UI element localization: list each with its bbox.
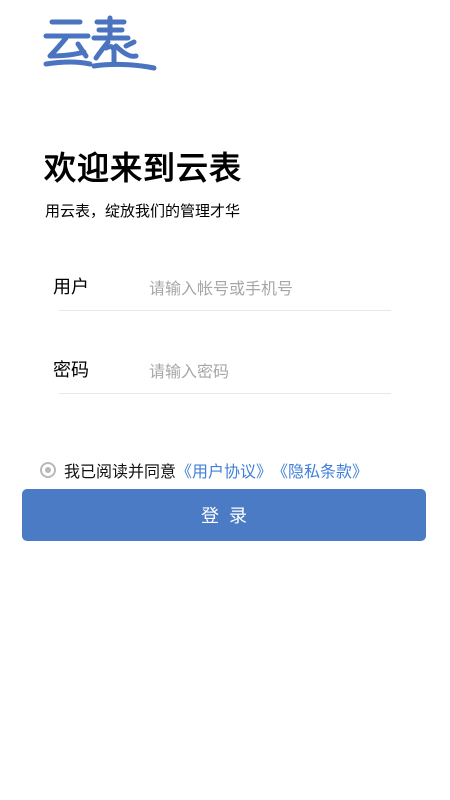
login-button[interactable]: 登录 xyxy=(22,489,426,541)
username-input[interactable] xyxy=(145,272,389,304)
user-agreement-link[interactable]: 《用户协议》 xyxy=(176,458,272,482)
welcome-title: 欢迎来到云表 xyxy=(44,149,243,187)
password-row: 密码 xyxy=(53,349,391,394)
welcome-subtitle: 用云表，绽放我们的管理才华 xyxy=(45,202,241,220)
username-row: 用户 xyxy=(53,266,391,311)
privacy-policy-link[interactable]: 《隐私条款》 xyxy=(272,458,368,482)
password-input[interactable] xyxy=(145,355,389,387)
username-underline xyxy=(59,310,391,311)
agreement-text: 我已阅读并同意 xyxy=(64,462,177,481)
password-label: 密码 xyxy=(53,360,89,381)
yunbiao-logo xyxy=(43,15,157,71)
password-underline xyxy=(59,393,391,394)
agreement-radio[interactable] xyxy=(40,462,56,478)
agreement-row: 我已阅读并同意 《用户协议》 《隐私条款》 xyxy=(40,458,368,482)
username-label: 用户 xyxy=(53,277,89,298)
